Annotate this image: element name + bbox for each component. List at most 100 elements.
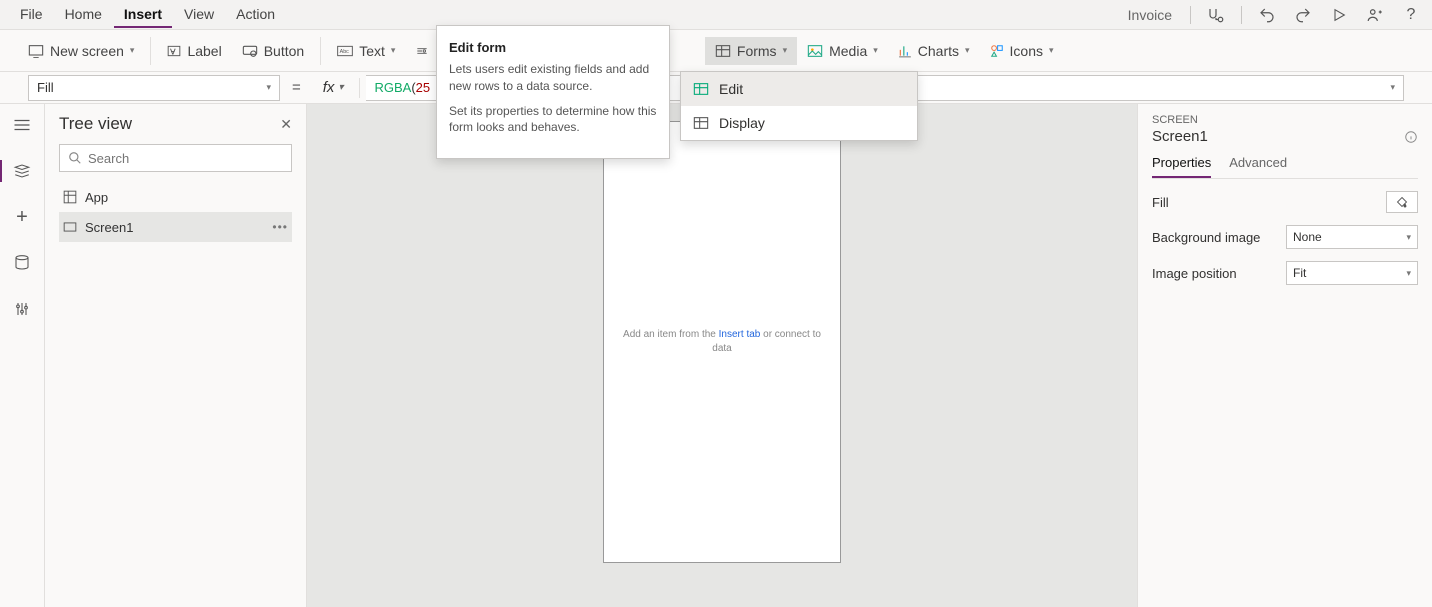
text-icon: Abc: [337, 45, 353, 57]
canvas-area: Add an item from the Insert tab or conne…: [307, 104, 1137, 607]
tree-item-label: App: [85, 190, 108, 205]
chevron-down-icon: ▾: [1406, 268, 1411, 279]
ribbon-text-label: Text: [359, 43, 385, 59]
svg-text:Abc: Abc: [340, 49, 350, 55]
divider: [359, 78, 360, 98]
tree-title: Tree view: [59, 114, 132, 134]
search-icon: [68, 151, 82, 165]
rp-bgimage-label: Background image: [1152, 230, 1260, 245]
screen-canvas[interactable]: Add an item from the Insert tab or conne…: [604, 122, 840, 562]
ribbon-media-label: Media: [829, 43, 867, 59]
fx-button[interactable]: fx ▾: [313, 79, 354, 96]
dropdown-item-display[interactable]: Display: [681, 106, 917, 140]
health-icon[interactable]: [1205, 4, 1227, 26]
tab-properties[interactable]: Properties: [1152, 155, 1211, 178]
chevron-down-icon: ▾: [1390, 82, 1395, 93]
input-icon: [415, 45, 429, 57]
divider: [1190, 6, 1191, 24]
ribbon-new-screen[interactable]: New screen ▾: [18, 37, 144, 65]
ribbon-forms[interactable]: Forms ▾: [705, 37, 797, 65]
ribbon-media[interactable]: Media ▾: [797, 37, 888, 65]
share-icon[interactable]: [1364, 4, 1386, 26]
chevron-down-icon: ▾: [1049, 45, 1054, 56]
ribbon-button-text: Button: [264, 43, 304, 59]
menu-view[interactable]: View: [174, 2, 224, 28]
imgpos-value: Fit: [1293, 266, 1306, 280]
formula-num: 25: [416, 80, 430, 95]
chevron-down-icon: ▾: [338, 82, 343, 93]
rail-add-icon[interactable]: +: [9, 204, 35, 230]
menu-insert[interactable]: Insert: [114, 2, 172, 28]
app-title: Invoice: [1128, 7, 1176, 23]
play-icon[interactable]: [1328, 4, 1350, 26]
search-input[interactable]: [88, 151, 283, 166]
bgimage-select[interactable]: None ▾: [1286, 225, 1418, 249]
icons-icon: [990, 44, 1004, 58]
ribbon-button[interactable]: Button: [232, 37, 314, 65]
property-select[interactable]: Fill ▾: [28, 75, 280, 101]
tree-item-screen[interactable]: Screen1 •••: [59, 212, 292, 242]
undo-icon[interactable]: [1256, 4, 1278, 26]
app-icon: [63, 190, 77, 204]
tree-panel: Tree view ✕ App Screen1 •••: [45, 104, 307, 607]
tree-item-label: Screen1: [85, 220, 133, 235]
menu-home[interactable]: Home: [55, 2, 112, 28]
tooltip-p1: Lets users edit existing fields and add …: [449, 61, 657, 95]
bgimage-value: None: [1293, 230, 1322, 244]
tree-header: Tree view ✕: [59, 114, 292, 134]
rail-settings-icon[interactable]: [9, 296, 35, 322]
ribbon-icons[interactable]: Icons ▾: [980, 37, 1064, 65]
dropdown-item-edit[interactable]: Edit: [681, 72, 917, 106]
dropdown-item-label: Edit: [719, 81, 743, 97]
chevron-down-icon: ▾: [873, 45, 878, 56]
menubar-right: Invoice ?: [1128, 4, 1422, 26]
ribbon-charts-label: Charts: [918, 43, 959, 59]
ribbon-new-screen-label: New screen: [50, 43, 124, 59]
forms-dropdown: Edit Display: [680, 71, 918, 141]
menubar: File Home Insert View Action Invoice ?: [0, 0, 1432, 30]
rp-fill-label: Fill: [1152, 195, 1169, 210]
button-icon: [242, 44, 258, 58]
chevron-down-icon: ▾: [266, 82, 271, 93]
tree-item-app[interactable]: App: [59, 182, 292, 212]
label-icon: [167, 44, 181, 58]
canvas-hint-link[interactable]: Insert tab: [719, 329, 761, 340]
main-area: + Tree view ✕ App Screen1 •••: [0, 104, 1432, 607]
redo-icon[interactable]: [1292, 4, 1314, 26]
search-box[interactable]: [59, 144, 292, 172]
rail-data-icon[interactable]: [9, 250, 35, 276]
ribbon-sep: [150, 37, 151, 65]
ribbon-icons-label: Icons: [1010, 43, 1043, 59]
ribbon-sep: [320, 37, 321, 65]
tab-advanced[interactable]: Advanced: [1229, 155, 1287, 178]
fill-color-button[interactable]: [1386, 191, 1418, 213]
chevron-down-icon: ▾: [130, 45, 135, 56]
rp-row-fill: Fill: [1152, 191, 1418, 213]
rail-tree-icon[interactable]: [9, 158, 35, 184]
rp-section: SCREEN: [1152, 114, 1418, 126]
paint-icon: [1396, 196, 1408, 208]
rp-name-text: Screen1: [1152, 128, 1208, 145]
dropdown-item-label: Display: [719, 115, 765, 131]
formula-value: RGBA(25: [374, 80, 430, 96]
form-display-icon: [693, 116, 709, 130]
rp-row-bgimage: Background image None ▾: [1152, 225, 1418, 249]
tooltip-p2: Set its properties to determine how this…: [449, 103, 657, 137]
close-icon[interactable]: ✕: [280, 116, 292, 133]
ribbon-text[interactable]: Abc Text ▾: [327, 37, 405, 65]
ribbon-label-text: Label: [187, 43, 221, 59]
help-icon[interactable]: ?: [1400, 4, 1422, 26]
imgpos-select[interactable]: Fit ▾: [1286, 261, 1418, 285]
info-icon[interactable]: [1404, 130, 1418, 144]
media-icon: [807, 44, 823, 58]
menu-action[interactable]: Action: [226, 2, 285, 28]
screen-icon: [28, 44, 44, 58]
rail-menu-icon[interactable]: [9, 112, 35, 138]
menu-file[interactable]: File: [10, 2, 53, 28]
ribbon-label[interactable]: Label: [157, 37, 231, 65]
divider: [1241, 6, 1242, 24]
chevron-down-icon: ▾: [391, 45, 396, 56]
ribbon-charts[interactable]: Charts ▾: [888, 37, 980, 65]
screen-icon: [63, 221, 77, 233]
more-icon[interactable]: •••: [272, 220, 288, 234]
